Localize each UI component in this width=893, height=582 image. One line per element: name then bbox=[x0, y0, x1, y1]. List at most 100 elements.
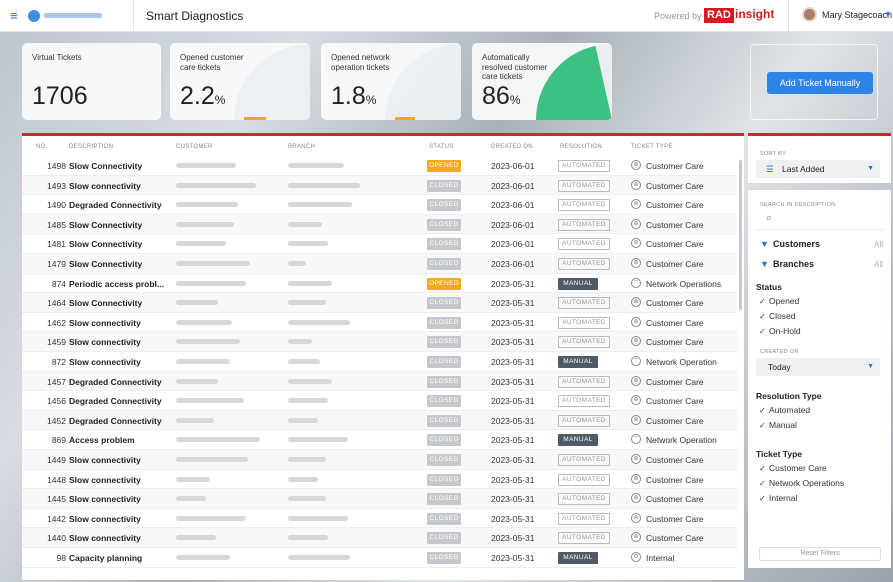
resolution-badge: AUTOMATED bbox=[558, 395, 610, 408]
filter-icon: ▼ bbox=[760, 239, 769, 249]
table-row[interactable]: 1448 Slow connectivity CLOSED 2023-05-31 AUT… bbox=[22, 470, 737, 490]
table-row[interactable]: 1498 Slow Connectivity OPENED 2023-06-01 AUT… bbox=[22, 156, 737, 176]
col-header-status[interactable]: STATUS bbox=[429, 144, 454, 150]
table-row[interactable]: 1442 Slow connectivity CLOSED 2023-05-31 AUT… bbox=[22, 509, 737, 529]
kpi-card-network-operations: Opened network operation tickets 1.8% bbox=[321, 43, 461, 120]
chevron-down-icon: ▼ bbox=[867, 165, 874, 172]
type-internal-checkbox[interactable]: ✓ Internal bbox=[759, 493, 797, 503]
branches-filter[interactable]: Branches bbox=[773, 259, 814, 269]
col-header-description[interactable]: DESCRIPTION bbox=[69, 144, 113, 150]
app-title: Smart Diagnostics bbox=[146, 8, 244, 23]
resolution-automated-checkbox[interactable]: ✓ Automated bbox=[759, 405, 810, 415]
table-row[interactable]: 1479 Slow Connectivity CLOSED 2023-06-01 AUT… bbox=[22, 254, 737, 274]
table-row[interactable]: 869 Access problem CLOSED 2023-05-31 MANUAL ⌔… bbox=[22, 430, 737, 450]
branch-redacted bbox=[288, 535, 328, 541]
checkmark-icon: ✓ bbox=[759, 464, 766, 473]
ticket-number: 1485 bbox=[47, 219, 66, 230]
gauge-track bbox=[385, 44, 461, 120]
ticket-description: Slow connectivity bbox=[69, 357, 141, 367]
ticket-number: 1457 bbox=[47, 376, 66, 387]
branch-redacted bbox=[288, 202, 352, 208]
status-badge: CLOSED bbox=[427, 473, 461, 486]
checkmark-icon: ✓ bbox=[759, 421, 766, 430]
ticket-number: 1442 bbox=[47, 513, 66, 524]
ticket-type-icon: ⌔ bbox=[631, 434, 641, 445]
sort-label: SORT BY bbox=[760, 151, 787, 157]
branch-redacted bbox=[288, 300, 326, 306]
table-row[interactable]: 1485 Slow Connectivity CLOSED 2023-06-01 AUT… bbox=[22, 214, 737, 235]
hamburger-menu-icon[interactable]: ≡ bbox=[10, 9, 18, 22]
filter-icon: ▼ bbox=[760, 259, 769, 269]
ticket-description: Slow connectivity bbox=[69, 337, 141, 348]
col-header-customer[interactable]: CUSTOMER bbox=[176, 144, 213, 150]
status-onhold-checkbox[interactable]: ✓ On-Hold bbox=[759, 326, 801, 336]
branch-redacted bbox=[288, 359, 320, 364]
table-row[interactable]: 1456 Degraded Connectivity CLOSED 2023-05-3… bbox=[22, 391, 737, 411]
user-name[interactable]: Mary Stagecoach bbox=[822, 10, 892, 20]
table-row[interactable]: 874 Periodic access probl... OPENED 2023-05… bbox=[22, 274, 737, 294]
reset-filters-button[interactable]: Reset Filters bbox=[759, 547, 881, 561]
ticket-type: Customer Care bbox=[646, 298, 704, 309]
col-header-ticket-type[interactable]: TICKET TYPE bbox=[631, 144, 673, 150]
ticket-type-icon: ⊕ bbox=[631, 199, 641, 210]
table-row[interactable]: 98 Capacity planning CLOSED 2023-05-31 MANUA… bbox=[22, 548, 737, 568]
kpi-gauge bbox=[234, 44, 310, 120]
customer-redacted bbox=[176, 398, 244, 404]
table-row[interactable]: 1452 Degraded Connectivity CLOSED 2023-05-3… bbox=[22, 410, 737, 431]
branches-all[interactable]: All bbox=[874, 260, 883, 269]
gauge-track bbox=[234, 44, 310, 120]
type-network-operations-checkbox[interactable]: ✓ Network Operations bbox=[759, 478, 844, 488]
search-input-underline[interactable] bbox=[756, 229, 883, 230]
customers-filter[interactable]: Customers bbox=[773, 239, 820, 249]
created-on-select[interactable]: Today ▼ bbox=[756, 358, 880, 376]
powered-by-label: Powered by bbox=[654, 11, 702, 21]
col-header-branch[interactable]: BRANCH bbox=[288, 144, 315, 150]
ticket-type: Customer Care bbox=[646, 161, 704, 171]
resolution-badge: AUTOMATED bbox=[558, 375, 610, 388]
type-customer-care-checkbox[interactable]: ✓ Customer Care bbox=[759, 463, 827, 473]
branch-redacted bbox=[288, 182, 360, 188]
ticket-description: Degraded Connectivity bbox=[69, 200, 162, 211]
created-date: 2023-05-31 bbox=[491, 455, 535, 465]
search-icon[interactable]: ⌕ bbox=[766, 212, 772, 225]
resolution-manual-checkbox[interactable]: ✓ Manual bbox=[759, 420, 797, 430]
branch-redacted bbox=[288, 437, 348, 443]
status-closed-checkbox[interactable]: ✓ Closed bbox=[759, 311, 795, 321]
status-badge: CLOSED bbox=[427, 179, 461, 192]
status-badge: CLOSED bbox=[427, 434, 461, 447]
status-section-title: Status bbox=[756, 282, 782, 292]
table-row[interactable]: 1457 Degraded Connectivity CLOSED 2023-05-3… bbox=[22, 371, 737, 392]
ticket-number: 1462 bbox=[47, 317, 66, 328]
checkbox-label: Closed bbox=[769, 311, 796, 321]
created-date: 2023-05-31 bbox=[491, 533, 535, 544]
table-row[interactable]: 1449 Slow connectivity CLOSED 2023-05-31 AUT… bbox=[22, 450, 737, 470]
col-header-resolution[interactable]: RESOLUTION bbox=[560, 144, 602, 150]
kpi-number: 1.8 bbox=[331, 82, 366, 110]
table-row[interactable]: 1445 Slow connectivity CLOSED 2023-05-31 AUT… bbox=[22, 489, 737, 509]
table-scrollbar[interactable] bbox=[739, 160, 742, 310]
checkmark-icon: ✓ bbox=[759, 479, 766, 488]
customers-all[interactable]: All bbox=[874, 240, 883, 249]
resolution-section-title: Resolution Type bbox=[756, 391, 822, 401]
chevron-down-icon[interactable]: ▼ bbox=[884, 10, 892, 19]
table-row[interactable]: 1464 Slow Connectivity CLOSED 2023-05-31 AUT… bbox=[22, 293, 737, 313]
table-row[interactable]: 1459 Slow connectivity CLOSED 2023-05-31 AUT… bbox=[22, 332, 737, 352]
resolution-badge: MANUAL bbox=[558, 552, 598, 564]
add-ticket-button[interactable]: Add Ticket Manually bbox=[767, 72, 873, 94]
table-row[interactable]: 1493 Slow connectivity CLOSED 2023-06-01 AUT… bbox=[22, 175, 737, 196]
kpi-value: 86% bbox=[482, 82, 520, 111]
col-header-created-on[interactable]: CREATED ON bbox=[491, 144, 533, 150]
table-row[interactable]: 1440 Slow connectivity CLOSED 2023-05-31 AUT… bbox=[22, 528, 737, 548]
avatar[interactable] bbox=[802, 7, 817, 22]
status-opened-checkbox[interactable]: ✓ Opened bbox=[759, 296, 799, 306]
kpi-value: 1.8% bbox=[331, 82, 376, 111]
table-row[interactable]: 1481 Slow Connectivity CLOSED 2023-06-01 AUT… bbox=[22, 234, 737, 254]
table-row[interactable]: 1462 Slow connectivity CLOSED 2023-05-31 AUT… bbox=[22, 313, 737, 333]
table-row[interactable]: 872 Slow connectivity CLOSED 2023-05-31 MANU… bbox=[22, 352, 737, 372]
ticket-number: 1464 bbox=[47, 298, 66, 309]
table-row[interactable]: 1490 Degraded Connectivity CLOSED 2023-06-0… bbox=[22, 195, 737, 215]
col-header-no[interactable]: NO. bbox=[36, 144, 48, 150]
ticket-description: Degraded Connectivity bbox=[69, 415, 162, 426]
ticket-number: 1452 bbox=[47, 415, 66, 426]
sort-select[interactable]: ☰ Last Added ▼ bbox=[756, 160, 880, 178]
